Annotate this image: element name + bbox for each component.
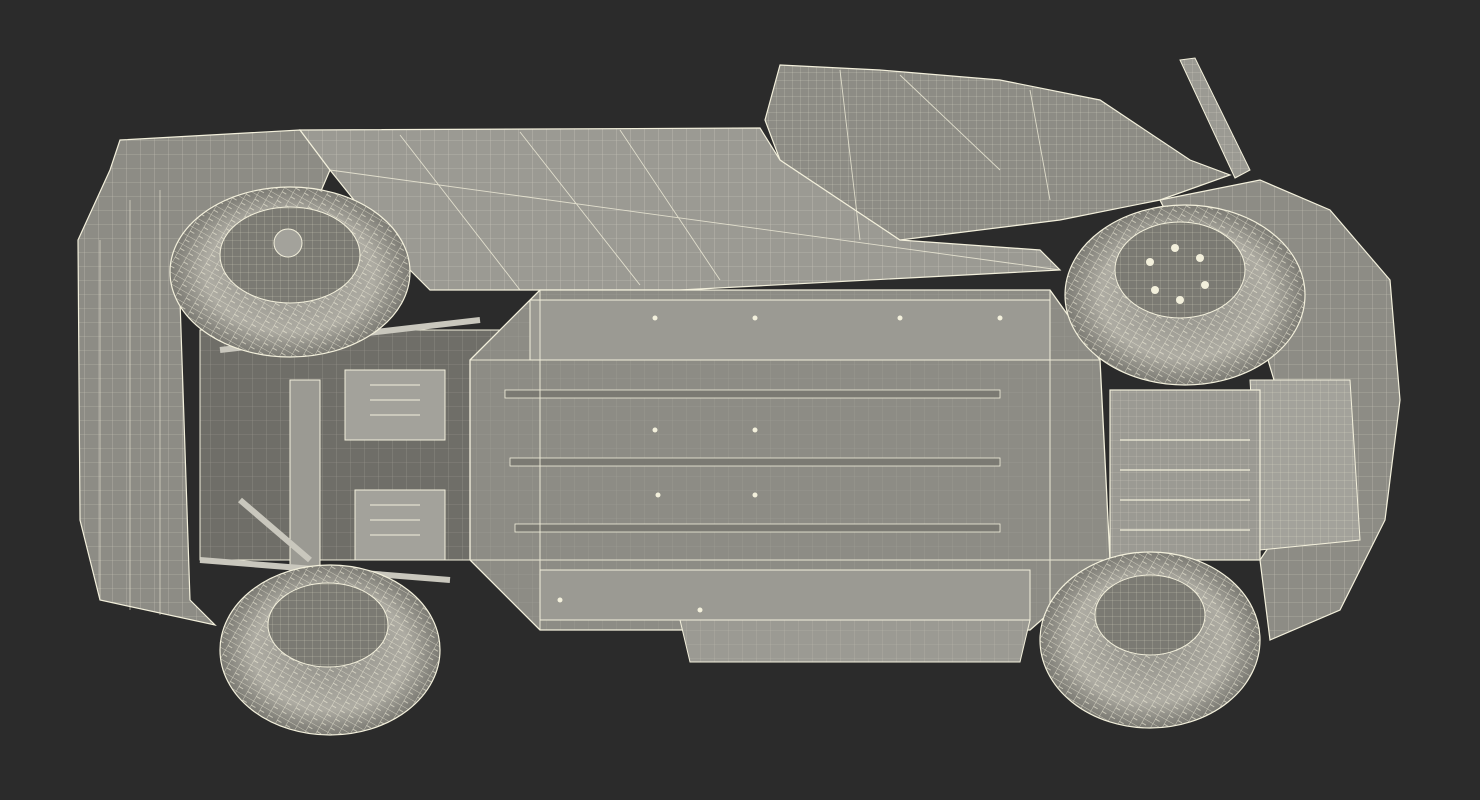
front-lower-tire bbox=[1039, 551, 1261, 729]
car-wireframe-render bbox=[77, 57, 1401, 736]
rear-upper-tire bbox=[169, 186, 411, 358]
viewport bbox=[0, 0, 1480, 800]
skid-plate bbox=[679, 619, 1031, 663]
front-upper-tire bbox=[1064, 204, 1306, 386]
rear-lower-tire bbox=[219, 564, 441, 736]
rear-axle-assembly bbox=[199, 317, 501, 583]
underbody-floor-pan bbox=[469, 289, 1111, 631]
